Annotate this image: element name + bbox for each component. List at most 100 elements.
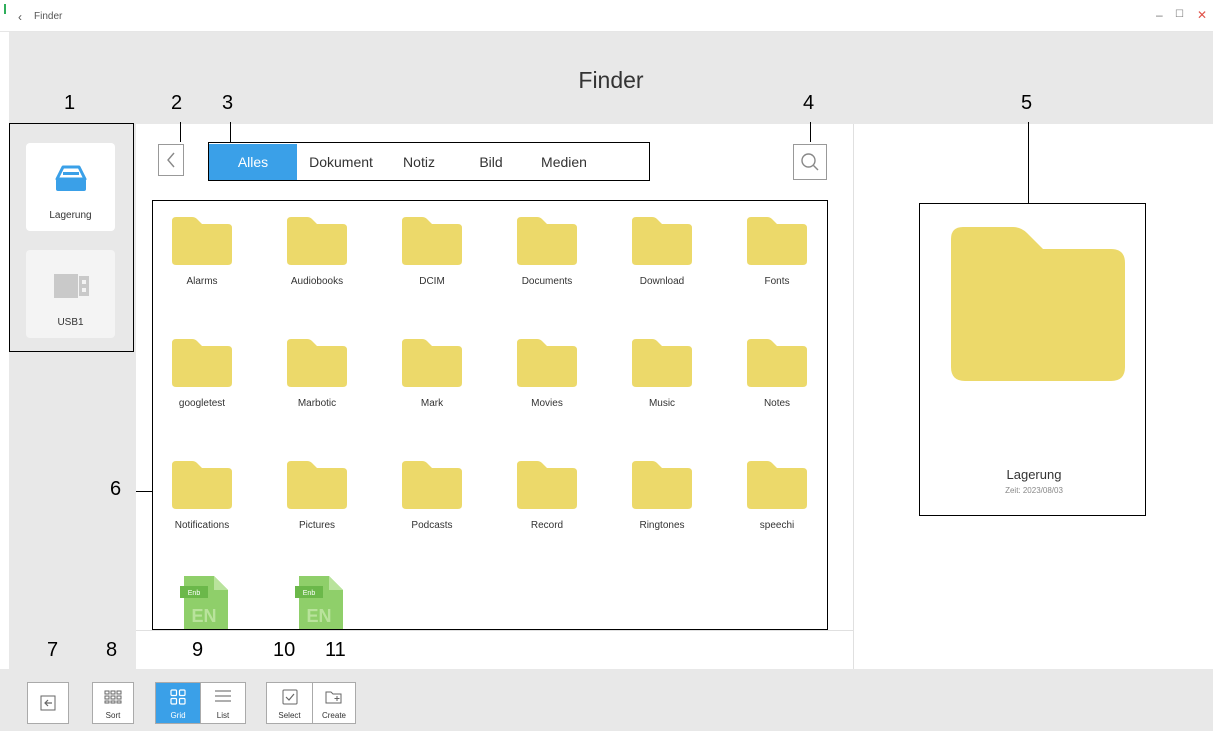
sidebar-item-label: USB1 <box>57 317 84 328</box>
folder-icon <box>402 339 462 387</box>
page-title: Finder <box>578 67 644 93</box>
list-view-button[interactable]: List <box>201 683 245 723</box>
file-glyph: EN <box>306 606 331 626</box>
folder-item[interactable]: Music <box>612 322 712 432</box>
folder-item[interactable]: Record <box>497 444 597 554</box>
callout-number: 7 <box>47 639 59 661</box>
file-name: Notes <box>763 398 791 409</box>
enb-file-icon: Enb EN <box>295 576 343 630</box>
file-name: Notifications <box>174 520 230 531</box>
detail-panel: Lagerung Zeit: 2023/08/03 <box>853 124 1213 669</box>
window-titlebar: ‹ Finder – ☐ ✕ <box>0 0 1213 32</box>
folder-icon <box>517 339 577 387</box>
folder-icon <box>402 217 462 265</box>
file-name: Alarms <box>186 276 218 287</box>
folder-icon <box>517 217 577 265</box>
window-title: Finder <box>34 11 63 22</box>
folder-item[interactable]: speechi <box>727 444 826 554</box>
exit-button[interactable] <box>27 682 69 724</box>
file-name: DCIM <box>419 276 445 287</box>
file-item[interactable]: Enb EN <box>152 566 252 630</box>
sidebar-item-lagerung[interactable]: Lagerung <box>26 143 115 231</box>
grid-icon <box>170 689 186 705</box>
folder-icon <box>747 461 807 509</box>
callout-number: 1 <box>64 92 76 114</box>
folder-icon <box>747 339 807 387</box>
callout-number: 5 <box>1021 92 1033 114</box>
folder-item[interactable]: Mark <box>382 322 482 432</box>
sort-button[interactable]: Sort <box>92 682 134 724</box>
folder-icon <box>287 461 347 509</box>
tab-bild[interactable]: Bild <box>453 144 529 180</box>
file-name: Ringtones <box>639 520 685 531</box>
window-back-icon[interactable]: ‹ <box>18 10 22 24</box>
folder-icon <box>632 217 692 265</box>
file-item[interactable]: Enb EN <box>267 566 367 630</box>
folder-item[interactable]: Ringtones <box>612 444 712 554</box>
tab-notiz[interactable]: Notiz <box>385 144 453 180</box>
bottom-toolbar: Sort Grid List Select Create <box>0 669 1213 731</box>
finder-app: ‹ Finder – ☐ ✕ Finder Lagerung USB1 Alle… <box>0 0 1213 731</box>
folder-item[interactable]: Pictures <box>267 444 367 554</box>
file-name: Documents <box>521 276 573 287</box>
folder-item[interactable]: Marbotic <box>267 322 367 432</box>
file-name: Audiobooks <box>290 276 344 287</box>
back-button[interactable] <box>158 144 184 176</box>
list-label: List <box>216 711 230 720</box>
folder-item[interactable]: Alarms <box>152 200 252 310</box>
search-icon <box>801 153 819 171</box>
maximize-button[interactable]: ☐ <box>1175 9 1184 20</box>
folder-item[interactable]: Fonts <box>727 200 826 310</box>
search-button[interactable] <box>793 144 827 180</box>
usb-drive-icon <box>54 274 89 298</box>
tab-dokument[interactable]: Dokument <box>297 144 385 180</box>
tab-alles[interactable]: Alles <box>209 144 297 180</box>
folder-icon <box>951 227 1125 381</box>
view-mode-toggle: Grid List <box>155 682 246 724</box>
storage-drive-icon <box>55 165 87 191</box>
sidebar-item-usb1[interactable]: USB1 <box>26 250 115 338</box>
folder-item[interactable]: Download <box>612 200 712 310</box>
minimize-button[interactable]: – <box>1156 8 1163 22</box>
file-name: Fonts <box>764 276 790 287</box>
folder-item[interactable]: googletest <box>152 322 252 432</box>
folder-icon <box>402 461 462 509</box>
file-name: Pictures <box>298 520 336 531</box>
grid-label: Grid <box>170 711 186 720</box>
chevron-left-icon <box>167 152 175 168</box>
folder-item[interactable]: Movies <box>497 322 597 432</box>
folder-item[interactable]: Documents <box>497 200 597 310</box>
folder-icon <box>172 461 232 509</box>
sidebar-item-label: Lagerung <box>49 210 92 221</box>
folder-icon <box>287 217 347 265</box>
file-badge: Enb <box>303 590 316 597</box>
folder-icon <box>517 461 577 509</box>
tab-medien[interactable]: Medien <box>529 144 599 180</box>
select-button[interactable]: Select <box>267 683 312 723</box>
file-name: Mark <box>420 398 444 409</box>
file-name: Download <box>639 276 685 287</box>
select-label: Select <box>278 711 301 720</box>
folder-item[interactable]: Notifications <box>152 444 252 554</box>
create-folder-button[interactable]: Create <box>313 683 355 723</box>
window-accent <box>4 4 6 14</box>
folder-icon <box>172 339 232 387</box>
file-badge: Enb <box>188 590 201 597</box>
callout-number: 11 <box>325 639 346 661</box>
file-name: Movies <box>531 398 563 409</box>
folder-item[interactable]: DCIM <box>382 200 482 310</box>
close-button[interactable]: ✕ <box>1197 8 1207 22</box>
sort-icon <box>104 690 122 704</box>
detail-time: Zeit: 2023/08/03 <box>1005 486 1063 495</box>
callout-number: 2 <box>171 92 183 114</box>
action-group: Select Create <box>266 682 356 724</box>
callout-number: 8 <box>106 639 118 661</box>
folder-item[interactable]: Audiobooks <box>267 200 367 310</box>
create-label: Create <box>321 711 346 720</box>
folder-item[interactable]: Notes <box>727 322 826 432</box>
callout-number: 3 <box>222 92 234 114</box>
folder-item[interactable]: Podcasts <box>382 444 482 554</box>
callout-number: 10 <box>273 639 296 661</box>
folder-icon <box>747 217 807 265</box>
grid-view-button[interactable]: Grid <box>156 683 200 723</box>
